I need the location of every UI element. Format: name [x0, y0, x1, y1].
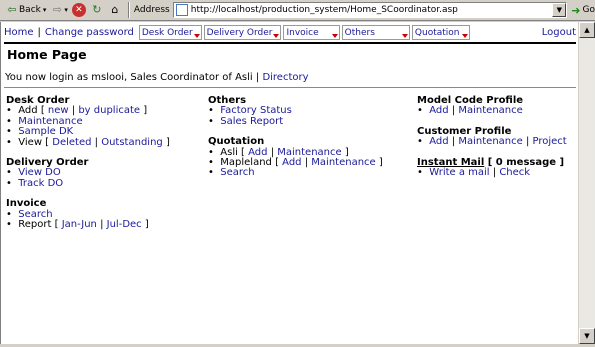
go-button[interactable]: ➜ Go [571, 4, 595, 17]
forward-arrow-icon: ⇨ [52, 3, 62, 16]
chevron-down-icon: ▾ [42, 6, 47, 14]
go-label: Go [582, 5, 595, 15]
duplicate-desk-order-link[interactable]: by duplicate [78, 105, 140, 116]
home-icon: ⌂ [111, 3, 119, 16]
sales-report-link[interactable]: Sales Report [220, 116, 283, 127]
menu-desk-order[interactable]: Desk Order [138, 25, 202, 40]
mapleland-maintenance-link[interactable]: Maintenance [311, 157, 375, 168]
deleted-link[interactable]: Deleted [52, 137, 91, 148]
desk-order-maintenance-link[interactable]: Maintenance [18, 116, 82, 127]
model-code-maintenance-link[interactable]: Maintenance [458, 105, 522, 116]
scroll-up-button[interactable]: ▲ [579, 22, 595, 38]
refresh-button[interactable]: ↻ [88, 2, 106, 19]
asli-maintenance-link[interactable]: Maintenance [277, 147, 341, 158]
outstanding-link[interactable]: Outstanding [101, 137, 163, 148]
view-do-link[interactable]: View DO [18, 167, 60, 178]
address-label: Address [133, 5, 170, 15]
menu-others-label: Others [344, 27, 375, 38]
address-url[interactable]: http://localhost/production_system/Home_… [191, 5, 553, 15]
jan-jun-link[interactable]: Jan-Jun [62, 219, 97, 230]
desk-order-view-item: View [ Deleted | Outstanding ] [6, 137, 170, 148]
home-link[interactable]: Home [4, 27, 34, 38]
menu-invoice-label: Invoice [286, 27, 319, 38]
left-column: Desk Order Add [ new | by duplicate ] Ma… [6, 95, 170, 230]
quotation-search-link[interactable]: Search [220, 167, 254, 178]
factory-status-link[interactable]: Factory Status [220, 105, 292, 116]
asli-add-link[interactable]: Add [248, 147, 267, 158]
menu-delivery-order-label: Delivery Order [206, 27, 273, 38]
page-viewport: Home | Change password Desk Order Delive… [0, 22, 578, 344]
new-desk-order-link[interactable]: new [48, 105, 69, 116]
nav-divider: | [37, 27, 41, 38]
jul-dec-link[interactable]: Jul-Dec [107, 219, 142, 230]
section-divider [4, 87, 576, 88]
customer-add-link[interactable]: Add [429, 136, 448, 147]
change-password-link[interactable]: Change password [45, 27, 134, 38]
vertical-scrollbar[interactable]: ▲ ▼ [578, 22, 595, 344]
chevron-down-icon: ▾ [64, 6, 68, 14]
customer-project-link[interactable]: Project [533, 136, 567, 147]
back-button[interactable]: ⇦ Back ▾ [3, 2, 48, 19]
home-button[interactable]: ⌂ [106, 2, 124, 19]
invoice-report-item: Report [ Jan-Jun | Jul-Dec ] [6, 219, 170, 230]
menu-arrow-icon [193, 34, 200, 38]
invoice-search-link[interactable]: Search [18, 209, 52, 220]
back-arrow-icon: ⇦ [7, 3, 17, 16]
directory-link[interactable]: Directory [262, 72, 308, 83]
track-do-item: Track DO [6, 178, 170, 189]
menu-arrow-icon [331, 34, 338, 38]
page-icon [175, 4, 188, 16]
right-column: Model Code Profile Add | Maintenance Cus… [417, 95, 567, 178]
go-arrow-icon: ➜ [571, 3, 581, 17]
forward-button[interactable]: ⇨ ▾ [48, 2, 70, 19]
refresh-icon: ↻ [92, 3, 102, 16]
model-code-item: Add | Maintenance [417, 105, 567, 116]
top-navigation: Home | Change password Desk Order Delive… [4, 25, 576, 40]
customer-profile-item: Add | Maintenance | Project [417, 136, 567, 147]
menu-arrow-icon [462, 34, 469, 38]
customer-maintenance-link[interactable]: Maintenance [458, 136, 522, 147]
menu-quotation[interactable]: Quotation [411, 25, 471, 40]
quotation-search-item: Search [208, 168, 383, 178]
instant-mail-title[interactable]: Instant Mail [417, 157, 484, 168]
back-label: Back [19, 5, 41, 15]
menu-arrow-icon [273, 34, 280, 38]
menu-quotation-label: Quotation [414, 27, 460, 38]
write-mail-link[interactable]: Write a mail [429, 167, 489, 178]
menu-arrow-icon [401, 34, 408, 38]
sample-dk-link[interactable]: Sample DK [18, 126, 73, 137]
track-do-link[interactable]: Track DO [18, 178, 63, 189]
menu-delivery-order[interactable]: Delivery Order [203, 25, 282, 40]
check-mail-link[interactable]: Check [499, 167, 530, 178]
nav-divider-line [4, 42, 576, 44]
stop-icon: ✕ [71, 3, 86, 17]
scroll-down-button[interactable]: ▼ [579, 328, 595, 344]
instant-mail-item: Write a mail | Check [417, 167, 567, 178]
sales-report-item: Sales Report [208, 116, 383, 127]
address-bar[interactable]: http://localhost/production_system/Home_… [172, 2, 568, 18]
address-dropdown-button[interactable]: ▼ [552, 3, 567, 17]
menu-invoice[interactable]: Invoice [283, 25, 340, 40]
stop-button[interactable]: ✕ [70, 2, 88, 19]
logout-link[interactable]: Logout [542, 27, 576, 38]
menu-desk-order-label: Desk Order [141, 27, 193, 38]
browser-toolbar: ⇦ Back ▾ ⇨ ▾ ✕ ↻ ⌂ Address http://localh… [0, 0, 595, 21]
welcome-message: You now login as mslooi, Sales Coordinat… [5, 72, 309, 83]
model-code-add-link[interactable]: Add [429, 105, 448, 116]
welcome-text: You now login as mslooi, Sales Coordinat… [5, 72, 253, 83]
menu-others[interactable]: Others [341, 25, 410, 40]
middle-column: Others Factory Status Sales Report Quota… [208, 95, 383, 179]
page-title: Home Page [7, 47, 87, 62]
message-count: [ 0 message ] [487, 156, 565, 168]
mapleland-add-link[interactable]: Add [282, 157, 301, 168]
toolbar-separator [127, 2, 130, 18]
